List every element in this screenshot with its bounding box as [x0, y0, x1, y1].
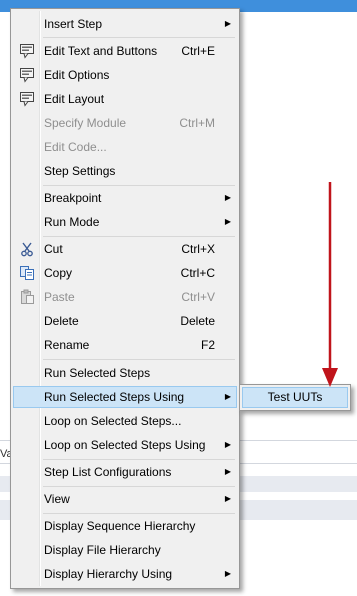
menu-item-label: Display File Hierarchy	[44, 543, 161, 557]
menu-item-label: Cut	[44, 242, 63, 256]
menu-item-delete[interactable]: Delete Delete	[13, 310, 237, 332]
menu-separator	[43, 486, 235, 487]
menu-item-label: Insert Step	[44, 17, 103, 31]
copy-icon	[19, 265, 35, 281]
menu-item-label: Edit Layout	[44, 92, 105, 106]
menu-item-label: Edit Options	[44, 68, 110, 82]
menu-item-specify-module[interactable]: Specify Module Ctrl+M	[13, 112, 237, 134]
menu-item-shortcut: Delete	[180, 314, 215, 328]
menu-item-loop-on-selected-steps[interactable]: Loop on Selected Steps...	[13, 410, 237, 432]
menu-item-shortcut: Ctrl+C	[180, 266, 215, 280]
menu-item-loop-on-selected-steps-using[interactable]: Loop on Selected Steps Using ▶	[13, 434, 237, 456]
scissors-icon	[19, 241, 35, 257]
menu-item-shortcut: Ctrl+X	[181, 242, 215, 256]
menu-item-view[interactable]: View ▶	[13, 488, 237, 510]
menu-item-label: Edit Text and Buttons	[44, 44, 158, 58]
menu-item-step-list-configurations[interactable]: Step List Configurations ▶	[13, 461, 237, 483]
menu-item-edit-code[interactable]: Edit Code...	[13, 136, 237, 158]
menu-item-label: Rename	[44, 338, 90, 352]
edit-dialog-icon	[19, 91, 35, 107]
menu-item-label: Loop on Selected Steps...	[44, 414, 182, 428]
menu-item-shortcut: Ctrl+M	[179, 116, 215, 130]
menu-item-edit-text-and-buttons[interactable]: Edit Text and Buttons Ctrl+E	[13, 40, 237, 62]
edit-dialog-icon	[19, 67, 35, 83]
menu-item-cut[interactable]: Cut Ctrl+X	[13, 238, 237, 260]
menu-item-label: Edit Code...	[44, 140, 107, 154]
menu-item-label: Run Selected Steps	[44, 366, 151, 380]
menu-item-paste[interactable]: Paste Ctrl+V	[13, 286, 237, 308]
menu-item-breakpoint[interactable]: Breakpoint ▶	[13, 187, 237, 209]
submenu-arrow-icon: ▶	[224, 217, 231, 226]
menu-item-shortcut: F2	[200, 338, 215, 352]
menu-item-label: Specify Module	[44, 116, 127, 130]
menu-item-label: Run Mode	[44, 215, 100, 229]
menu-item-display-file-hierarchy[interactable]: Display File Hierarchy	[13, 539, 237, 561]
submenu-arrow-icon: ▶	[224, 569, 231, 578]
submenu-arrow-icon: ▶	[224, 19, 231, 28]
menu-item-step-settings[interactable]: Step Settings	[13, 160, 237, 182]
menu-item-label: Run Selected Steps Using	[44, 390, 185, 404]
menu-item-run-mode[interactable]: Run Mode ▶	[13, 211, 237, 233]
submenu-arrow-icon: ▶	[224, 467, 231, 476]
submenu-arrow-icon: ▶	[224, 440, 231, 449]
menu-separator	[43, 459, 235, 460]
menu-item-label: View	[44, 492, 70, 506]
menu-item-rename[interactable]: Rename F2	[13, 334, 237, 356]
menu-item-label: Loop on Selected Steps Using	[44, 438, 206, 452]
menu-item-shortcut: Ctrl+V	[181, 290, 215, 304]
menu-separator	[43, 236, 235, 237]
menu-item-label: Copy	[44, 266, 73, 280]
submenu-arrow-icon: ▶	[224, 193, 231, 202]
menu-item-label: Step List Configurations	[44, 465, 172, 479]
menu-item-insert-step[interactable]: Insert Step ▶	[13, 13, 237, 35]
menu-item-label: Display Sequence Hierarchy	[44, 519, 196, 533]
annotation-arrow-icon	[322, 182, 338, 387]
paste-icon	[19, 289, 35, 305]
menu-item-label: Delete	[44, 314, 79, 328]
context-menu: Insert Step ▶ Edit Text and Buttons Ctrl…	[10, 8, 240, 589]
menu-item-edit-options[interactable]: Edit Options	[13, 64, 237, 86]
menu-separator	[43, 37, 235, 38]
menu-item-label: Breakpoint	[44, 191, 102, 205]
submenu-arrow-icon: ▶	[224, 494, 231, 503]
submenu-arrow-icon: ▶	[224, 392, 231, 401]
edit-dialog-icon	[19, 43, 35, 59]
menu-item-run-selected-steps-using[interactable]: Run Selected Steps Using ▶	[13, 386, 237, 408]
menu-separator	[43, 359, 235, 360]
menu-item-run-selected-steps[interactable]: Run Selected Steps	[13, 362, 237, 384]
menu-item-label: Display Hierarchy Using	[44, 567, 173, 581]
menu-item-edit-layout[interactable]: Edit Layout	[13, 88, 237, 110]
menu-item-copy[interactable]: Copy Ctrl+C	[13, 262, 237, 284]
menu-item-display-hierarchy-using[interactable]: Display Hierarchy Using ▶	[13, 563, 237, 585]
menu-item-label: Paste	[44, 290, 75, 304]
menu-separator	[43, 513, 235, 514]
menu-item-display-sequence-hierarchy[interactable]: Display Sequence Hierarchy	[13, 515, 237, 537]
menu-separator	[43, 185, 235, 186]
menu-item-label: Step Settings	[44, 164, 116, 178]
menu-item-shortcut: Ctrl+E	[181, 44, 215, 58]
